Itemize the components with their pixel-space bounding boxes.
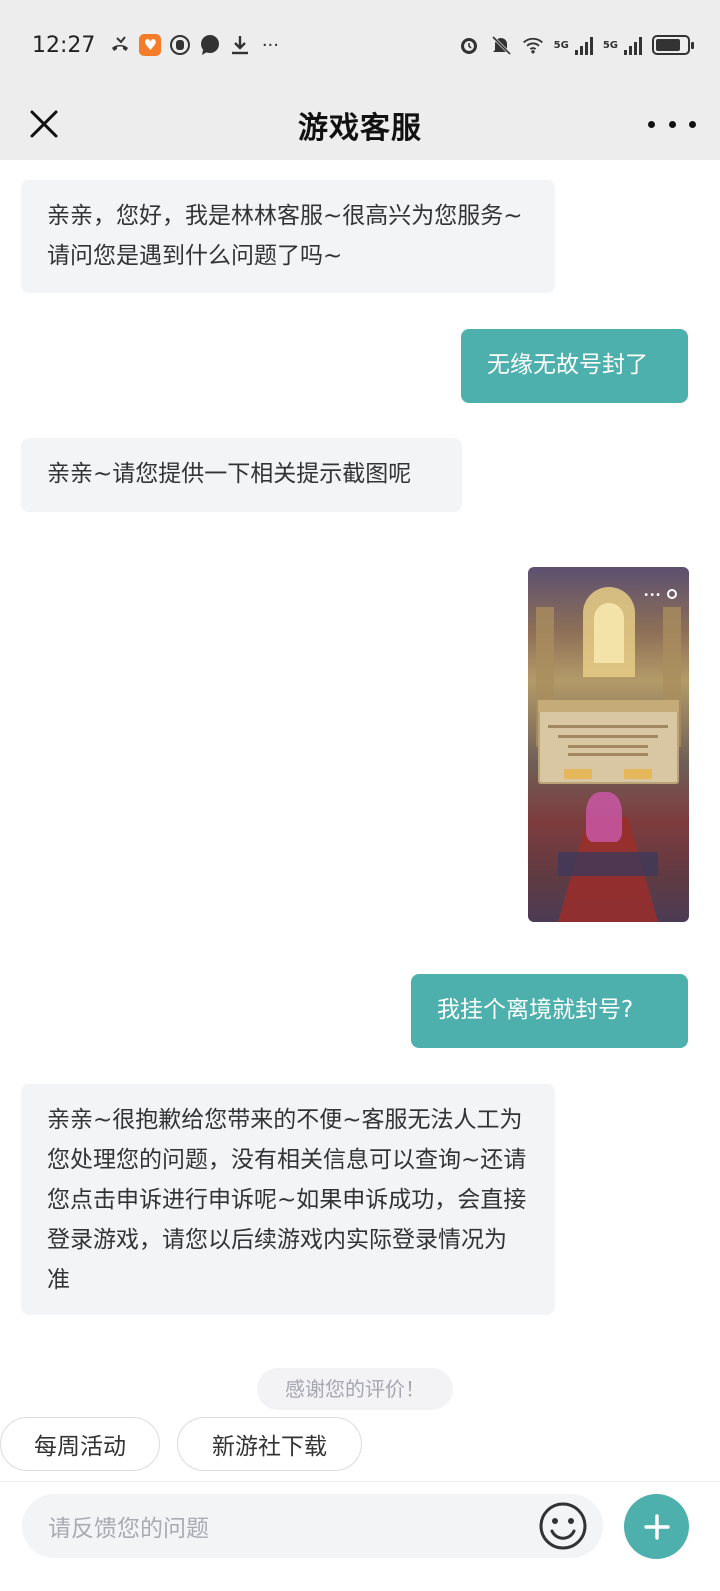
brand-app-icon: ♥ <box>139 34 162 56</box>
message-bubble-incoming: 亲亲~请您提供一下相关提示截图呢 <box>21 438 462 512</box>
chat-area[interactable]: 亲亲，您好，我是林林客服~很高兴为您服务~请问您是遇到什么问题了吗~ 无缘无故号… <box>0 160 720 1410</box>
status-bar: 12:27 ♥ ··· 5G 5G <box>0 0 720 90</box>
status-time: 12:27 <box>32 32 96 58</box>
quick-reply-download[interactable]: 新游社下载 <box>177 1417 362 1471</box>
missed-call-icon <box>109 34 131 56</box>
alarm-icon <box>458 34 480 56</box>
signal-5g-icon <box>624 35 642 55</box>
quick-reply-weekly-events[interactable]: 每周活动 <box>0 1417 160 1471</box>
message-bubble-incoming: 亲亲~很抱歉给您带来的不便~客服无法人工为您处理您的问题，没有相关信息可以查询~… <box>21 1084 555 1315</box>
rating-notice: 感谢您的评价！ <box>257 1368 453 1410</box>
quick-replies: 每周活动 新游社下载 <box>0 1417 720 1471</box>
message-input[interactable]: 请反馈您的问题 <box>22 1494 603 1558</box>
input-placeholder: 请反馈您的问题 <box>48 1516 209 1542</box>
more-menu-icon[interactable] <box>648 104 696 144</box>
signal-5g-icon <box>574 35 593 55</box>
close-icon[interactable] <box>22 102 66 146</box>
status-left: 12:27 ♥ ··· <box>32 33 281 58</box>
message-bubble-incoming: 亲亲，您好，我是林林客服~很高兴为您服务~请问您是遇到什么问题了吗~ <box>21 180 555 293</box>
wifi-icon <box>522 34 544 56</box>
add-icon[interactable] <box>624 1494 689 1559</box>
mute-bell-icon <box>490 34 512 56</box>
screenshot-image[interactable]: ••• <box>528 567 689 922</box>
input-bar: 请反馈您的问题 <box>0 1482 720 1591</box>
download-icon <box>229 34 251 56</box>
more-dots-icon: ··· <box>261 34 279 56</box>
status-right: 5G 5G <box>458 34 694 56</box>
message-bubble-outgoing: 无缘无故号封了 <box>461 329 688 403</box>
hand-icon <box>169 34 191 56</box>
message-bubble-outgoing: 我挂个离境就封号? <box>411 974 688 1048</box>
nav-bar: 游戏客服 <box>0 90 720 160</box>
network-type-label-2: 5G <box>602 39 618 51</box>
page-title: 游戏客服 <box>298 111 422 146</box>
network-type-label: 5G <box>553 39 569 51</box>
emoji-icon[interactable] <box>538 1501 588 1551</box>
chat-bubble-icon <box>199 34 221 56</box>
battery-icon <box>652 35 694 55</box>
